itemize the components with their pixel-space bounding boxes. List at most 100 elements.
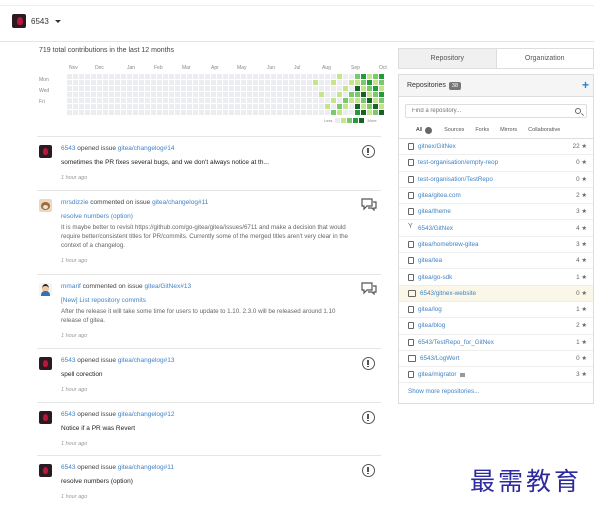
repository-list-item[interactable]: gitea/blog 2 ★ — [399, 318, 593, 335]
heatmap-cell[interactable] — [193, 104, 198, 109]
repository-list-item[interactable]: 6543/gitnex-website 0 ★ — [399, 285, 593, 302]
repository-list-item[interactable]: 6543/TestRepo_for_GitNex 1 ★ — [399, 335, 593, 351]
heatmap-cell[interactable] — [343, 86, 348, 91]
heatmap-cell[interactable] — [103, 74, 108, 79]
heatmap-cell[interactable] — [235, 80, 240, 85]
heatmap-cell[interactable] — [97, 80, 102, 85]
heatmap-cell[interactable] — [199, 92, 204, 97]
heatmap-cell[interactable] — [253, 92, 258, 97]
heatmap-cell[interactable] — [361, 98, 366, 103]
heatmap-cell[interactable] — [313, 110, 318, 115]
heatmap-cell[interactable] — [187, 86, 192, 91]
repository-name[interactable]: gitea/log — [418, 306, 442, 313]
heatmap-cell[interactable] — [361, 80, 366, 85]
heatmap-cell[interactable] — [265, 92, 270, 97]
heatmap-cell[interactable] — [109, 104, 114, 109]
heatmap-cell[interactable] — [169, 110, 174, 115]
heatmap-cell[interactable] — [235, 86, 240, 91]
heatmap-cell[interactable] — [199, 110, 204, 115]
heatmap-cell[interactable] — [223, 74, 228, 79]
heatmap-cell[interactable] — [373, 86, 378, 91]
heatmap-cell[interactable] — [175, 104, 180, 109]
heatmap-cell[interactable] — [103, 104, 108, 109]
heatmap-cell[interactable] — [367, 86, 372, 91]
heatmap-cell[interactable] — [103, 86, 108, 91]
heatmap-cell[interactable] — [253, 110, 258, 115]
heatmap-cell[interactable] — [271, 74, 276, 79]
heatmap-cell[interactable] — [259, 80, 264, 85]
heatmap-cell[interactable] — [181, 98, 186, 103]
avatar[interactable] — [39, 411, 52, 424]
heatmap-cell[interactable] — [247, 98, 252, 103]
heatmap-cell[interactable] — [373, 74, 378, 79]
heatmap-cell[interactable] — [295, 104, 300, 109]
heatmap-cell[interactable] — [277, 86, 282, 91]
heatmap-cell[interactable] — [379, 80, 384, 85]
heatmap-cell[interactable] — [355, 98, 360, 103]
heatmap-cell[interactable] — [271, 86, 276, 91]
heatmap-cell[interactable] — [223, 110, 228, 115]
heatmap-cell[interactable] — [283, 74, 288, 79]
heatmap-cell[interactable] — [133, 104, 138, 109]
heatmap-cell[interactable] — [91, 98, 96, 103]
heatmap-cell[interactable] — [109, 92, 114, 97]
heatmap-cell[interactable] — [355, 80, 360, 85]
repository-list-item[interactable]: 6543/GitNex 4 ★ — [399, 220, 593, 237]
heatmap-cell[interactable] — [295, 92, 300, 97]
heatmap-cell[interactable] — [217, 86, 222, 91]
heatmap-cell[interactable] — [85, 86, 90, 91]
heatmap-cell[interactable] — [301, 104, 306, 109]
heatmap-cell[interactable] — [283, 92, 288, 97]
heatmap-cell[interactable] — [343, 104, 348, 109]
heatmap-cell[interactable] — [355, 86, 360, 91]
heatmap-cell[interactable] — [355, 104, 360, 109]
heatmap-cell[interactable] — [151, 74, 156, 79]
feed-user-link[interactable]: 6543 — [61, 357, 75, 364]
heatmap-cell[interactable] — [343, 74, 348, 79]
heatmap-cell[interactable] — [289, 74, 294, 79]
heatmap-cell[interactable] — [241, 80, 246, 85]
heatmap-cell[interactable] — [151, 104, 156, 109]
heatmap-cell[interactable] — [337, 74, 342, 79]
repository-list-item[interactable]: gitnex/GitNex 22 ★ — [399, 139, 593, 156]
heatmap-cell[interactable] — [217, 92, 222, 97]
heatmap-cell[interactable] — [169, 86, 174, 91]
heatmap-cell[interactable] — [85, 110, 90, 115]
heatmap-cell[interactable] — [109, 110, 114, 115]
heatmap-cell[interactable] — [97, 92, 102, 97]
heatmap-cell[interactable] — [115, 74, 120, 79]
heatmap-cell[interactable] — [205, 104, 210, 109]
heatmap-cell[interactable] — [91, 104, 96, 109]
heatmap-cell[interactable] — [79, 98, 84, 103]
heatmap-cell[interactable] — [337, 86, 342, 91]
heatmap-cell[interactable] — [235, 104, 240, 109]
heatmap-cell[interactable] — [325, 80, 330, 85]
heatmap-cell[interactable] — [283, 110, 288, 115]
heatmap-cell[interactable] — [301, 80, 306, 85]
heatmap-cell[interactable] — [247, 74, 252, 79]
heatmap-cell[interactable] — [301, 110, 306, 115]
heatmap-cell[interactable] — [337, 110, 342, 115]
heatmap-cell[interactable] — [349, 86, 354, 91]
filter-sources[interactable]: Sources — [444, 127, 464, 133]
heatmap-cell[interactable] — [157, 74, 162, 79]
feed-issue-link[interactable]: gitea/changelog#12 — [118, 411, 175, 418]
feed-issue-link[interactable]: gitea/GitNex#13 — [144, 283, 191, 290]
heatmap-cell[interactable] — [229, 80, 234, 85]
heatmap-cell[interactable] — [145, 98, 150, 103]
heatmap-cell[interactable] — [277, 74, 282, 79]
heatmap-cell[interactable] — [91, 80, 96, 85]
heatmap-cell[interactable] — [373, 98, 378, 103]
heatmap-cell[interactable] — [103, 98, 108, 103]
heatmap-cell[interactable] — [319, 104, 324, 109]
heatmap-cell[interactable] — [265, 74, 270, 79]
heatmap-cell[interactable] — [283, 98, 288, 103]
heatmap-cell[interactable] — [271, 98, 276, 103]
heatmap-cell[interactable] — [367, 80, 372, 85]
heatmap-cell[interactable] — [229, 110, 234, 115]
heatmap-cell[interactable] — [313, 80, 318, 85]
heatmap-cell[interactable] — [265, 86, 270, 91]
heatmap-cell[interactable] — [331, 110, 336, 115]
heatmap-cell[interactable] — [289, 110, 294, 115]
heatmap-cell[interactable] — [223, 92, 228, 97]
